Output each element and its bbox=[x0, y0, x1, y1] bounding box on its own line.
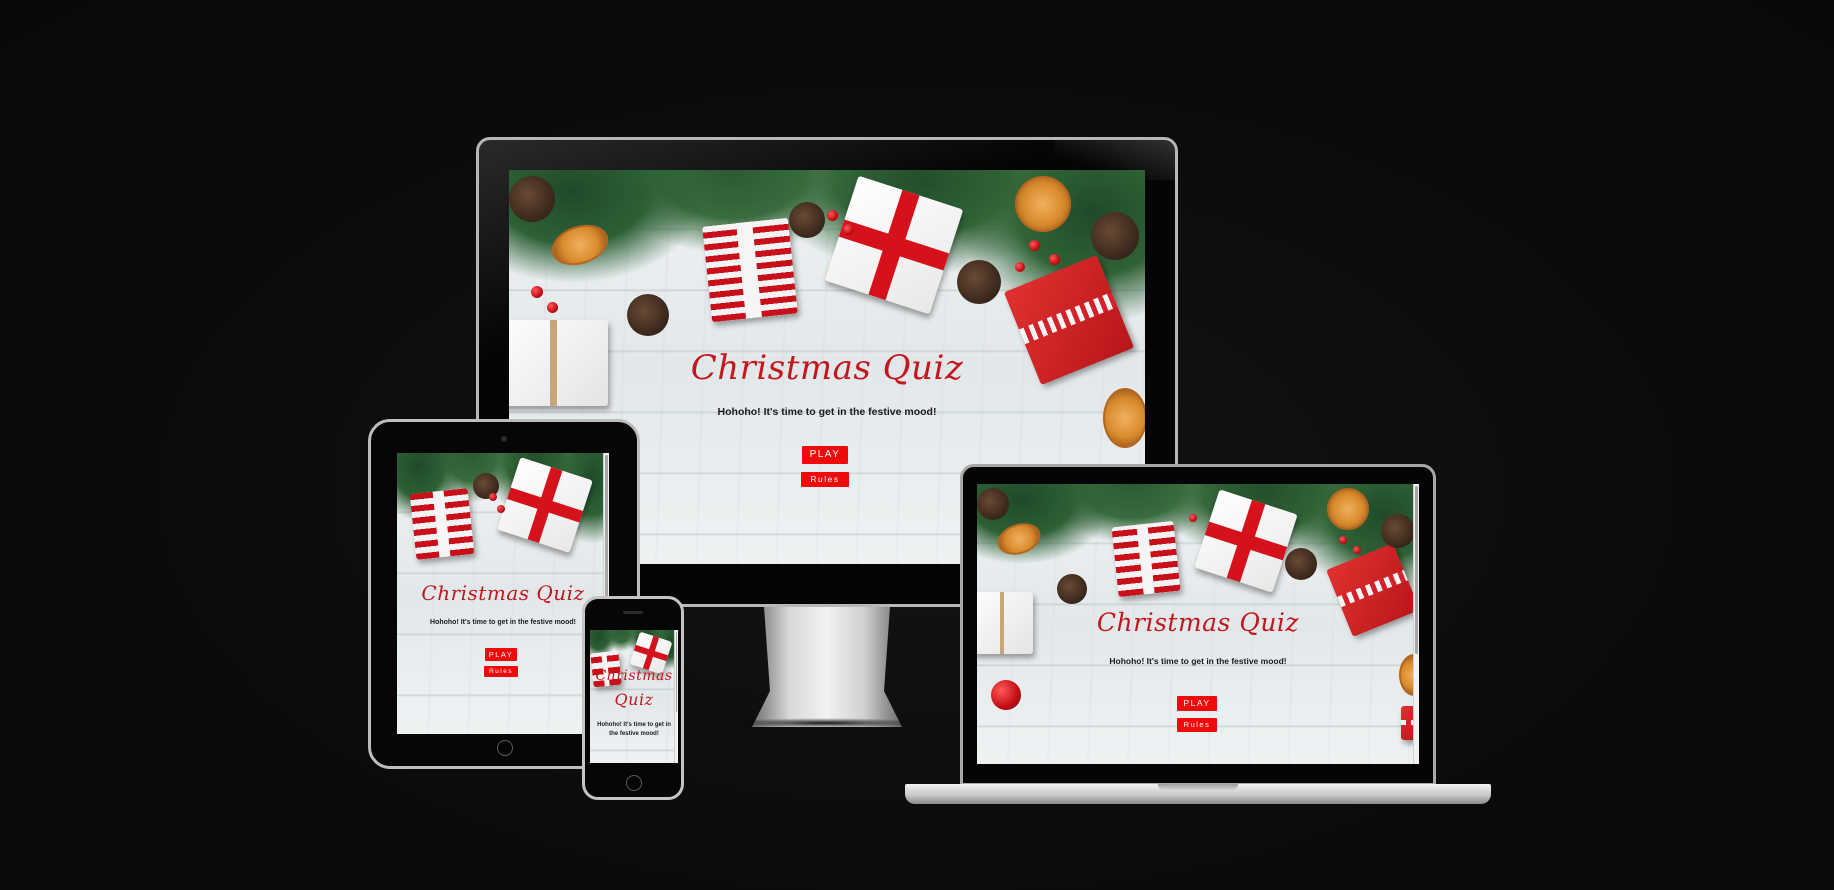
page-tagline-line-1: Hohoho! It's time to get in bbox=[597, 722, 671, 728]
tablet-screen: Christmas Quiz Hohoho! It's time to get … bbox=[397, 453, 609, 734]
play-button[interactable]: PLAY bbox=[802, 446, 848, 464]
pine-cone bbox=[627, 294, 669, 336]
monitor-stand-shadow bbox=[720, 718, 930, 728]
dried-orange bbox=[1103, 388, 1145, 448]
phone-scrollbar[interactable] bbox=[674, 630, 678, 763]
pine-cone bbox=[977, 488, 1009, 520]
pine-cone bbox=[509, 176, 555, 222]
pine-cone bbox=[1381, 514, 1415, 548]
monitor-stand bbox=[752, 607, 902, 727]
device-mockup-stage: Christmas Quiz Hohoho! It's time to get … bbox=[0, 0, 1834, 890]
holly-berry bbox=[1353, 546, 1361, 554]
camera-icon bbox=[501, 436, 507, 442]
holly-berry bbox=[1189, 514, 1197, 522]
laptop-scrollbar[interactable] bbox=[1413, 484, 1419, 764]
page-title: Christmas Quiz bbox=[690, 348, 964, 388]
holly-berry bbox=[1339, 536, 1347, 544]
holly-berry bbox=[843, 224, 854, 235]
pine-cone bbox=[1057, 574, 1087, 604]
pine-cone bbox=[957, 260, 1001, 304]
page-tagline-line-2: the festive mood! bbox=[609, 731, 659, 737]
rules-button[interactable]: Rules bbox=[484, 666, 518, 677]
phone-speaker bbox=[623, 611, 643, 614]
nordic-gift bbox=[1111, 520, 1181, 598]
holly-berry bbox=[827, 210, 838, 221]
holly-berry bbox=[1029, 240, 1040, 251]
dried-orange bbox=[1327, 488, 1369, 530]
pine-cone bbox=[1285, 548, 1317, 580]
pine-cone bbox=[1091, 212, 1139, 260]
page-title: Christmas Quiz bbox=[1096, 608, 1300, 637]
dried-orange bbox=[1015, 176, 1071, 232]
page-title-line-2: Quiz bbox=[614, 690, 654, 709]
page-tagline: Hohoho! It's time to get in the festive … bbox=[717, 406, 937, 418]
nordic-gift bbox=[702, 217, 798, 323]
pine-cone bbox=[789, 202, 825, 238]
holly-berry bbox=[1049, 254, 1060, 265]
holly-berry bbox=[1015, 262, 1025, 272]
holly-berry bbox=[991, 680, 1021, 710]
play-button[interactable]: PLAY bbox=[1177, 696, 1217, 711]
rules-button[interactable]: Rules bbox=[801, 472, 849, 487]
holly-berry bbox=[497, 505, 505, 513]
play-button[interactable]: PLAY bbox=[485, 648, 517, 661]
home-button-icon bbox=[626, 775, 642, 791]
laptop-device: Christmas Quiz Hohoho! It's time to get … bbox=[960, 464, 1436, 786]
laptop-opening-notch bbox=[1158, 784, 1238, 790]
holly-berry bbox=[547, 302, 558, 313]
page-tagline: Hohoho! It's time to get in the festive … bbox=[430, 619, 576, 626]
holly-berry bbox=[531, 286, 543, 298]
phone-device: Christmas Quiz Hohoho! It's time to get … bbox=[582, 596, 684, 800]
page-title-line-1: Christmas bbox=[595, 668, 673, 684]
page-title: Christmas Quiz bbox=[421, 581, 585, 605]
page-tagline: Hohoho! It's time to get in the festive … bbox=[1109, 656, 1287, 666]
rules-button[interactable]: Rules bbox=[1177, 718, 1217, 732]
laptop-screen: Christmas Quiz Hohoho! It's time to get … bbox=[977, 484, 1419, 764]
nordic-gift bbox=[409, 488, 475, 560]
holly-berry bbox=[489, 493, 497, 501]
home-button-icon bbox=[497, 740, 513, 756]
phone-screen: Christmas Quiz Hohoho! It's time to get … bbox=[590, 630, 678, 763]
